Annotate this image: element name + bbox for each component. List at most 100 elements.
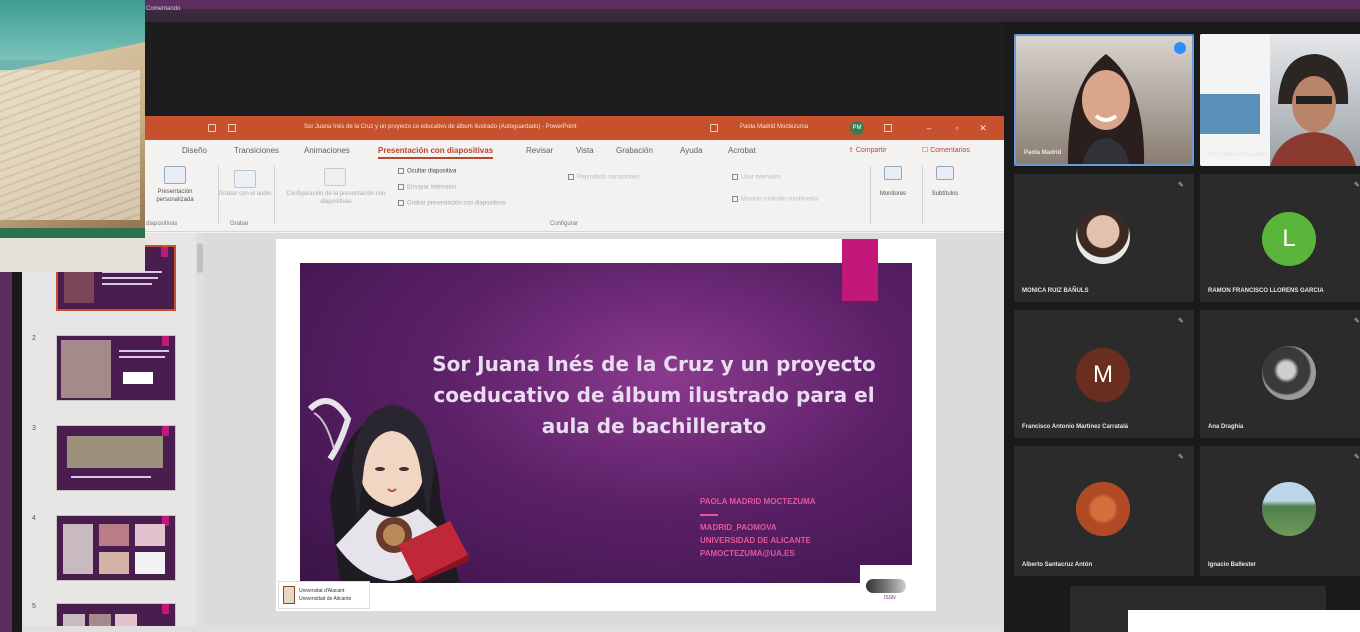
thumb-photo (67, 436, 163, 468)
participant-tile-7[interactable]: ✎ Alberto Santacruz Antón (1014, 446, 1194, 576)
tab-revisar[interactable]: Revisar (526, 146, 553, 155)
top-caption: Comentando (146, 6, 181, 12)
slide-number-4: 4 (32, 515, 36, 522)
participant-photo-8 (1262, 482, 1316, 536)
slide-thumbnails-pane: 2 3 4 5 (22, 233, 202, 632)
camera-table (0, 238, 145, 272)
participant-name-3: MONICA RUIZ BAÑULS (1022, 288, 1089, 294)
participant-name-7: Alberto Santacruz Antón (1022, 562, 1093, 568)
author-name: PAOLA MADRID MOCTEZUMA (700, 497, 816, 506)
search-icon[interactable] (710, 124, 718, 132)
slide-thumbnail-3[interactable] (56, 425, 176, 491)
participant-tile-1[interactable]: Paola Madrid (1014, 34, 1194, 166)
share-button[interactable]: ⇪ Compartir (848, 146, 887, 154)
thumbnails-scrollbar[interactable] (196, 233, 204, 632)
custom-show-icon[interactable] (164, 166, 186, 184)
slide-number-3: 3 (32, 425, 36, 432)
hide-slide-toggle[interactable]: Ocultar diapositiva (398, 168, 456, 175)
rehearse-label: Ensayar intervalos (407, 184, 457, 191)
record-group-label: Grabar (230, 221, 249, 227)
participant-tile-6[interactable]: ✎ Ana Draghia (1200, 310, 1360, 438)
show-media-box (732, 196, 738, 202)
thumb-photo (99, 524, 129, 546)
record-show[interactable]: Grabar presentación con diapositivas (398, 200, 506, 207)
participant-background-window (1200, 94, 1260, 134)
monitors-button[interactable]: Monitores (868, 190, 918, 198)
comments-label: Comentarios (930, 147, 970, 154)
more-options-icon[interactable] (1174, 42, 1186, 54)
monitor-icon[interactable] (884, 166, 902, 180)
participant-video-1 (1067, 54, 1145, 164)
twitter-icon (700, 513, 718, 516)
narrations-checkbox[interactable]: Reproducir narraciones (568, 174, 639, 181)
save-icon[interactable] (208, 124, 216, 132)
maximize-icon[interactable]: ▫ (952, 123, 962, 133)
mic-muted-icon: ✎ (1178, 318, 1184, 325)
tab-transiciones[interactable]: Transiciones (234, 146, 279, 155)
undo-icon[interactable] (228, 124, 236, 132)
record-audio-button[interactable]: Grabar con el audio (218, 190, 272, 198)
group-logo-icon (866, 579, 906, 593)
author-university: UNIVERSIDAD DE ALICANTE (700, 536, 811, 545)
tab-acrobat[interactable]: Acrobat (728, 146, 756, 155)
ribbon-display-icon[interactable] (884, 124, 892, 132)
tab-vista[interactable]: Vista (576, 146, 594, 155)
presenter-camera-feed (0, 0, 145, 272)
tab-grabacion[interactable]: Grabación (616, 146, 653, 155)
record-show-label: Grabar presentación con diapositivas (407, 200, 507, 207)
thumb-text-line (71, 476, 151, 478)
rehearse-checkbox (398, 184, 404, 190)
user-avatar[interactable]: PM (850, 121, 864, 135)
minimize-icon[interactable]: – (924, 123, 934, 133)
rehearse-timings[interactable]: Ensayar intervalos (398, 184, 456, 191)
tab-animaciones[interactable]: Animaciones (304, 146, 350, 155)
participant-name-4: RAMON FRANCISCO LLORENS GARCIA (1208, 288, 1324, 294)
participant-tile-5[interactable]: ✎ M Francisco Antonio Martínez Carratalá (1014, 310, 1194, 438)
participant-photo-3 (1076, 210, 1130, 264)
current-slide[interactable]: Sor Juana Inés de la Cruz y un proyecto … (276, 239, 936, 611)
record-audio-icon[interactable] (234, 170, 256, 188)
participant-tile-3[interactable]: ✎ MONICA RUIZ BAÑULS (1014, 174, 1194, 302)
thumb-photo (99, 552, 129, 574)
camera-book-pages (0, 70, 140, 220)
participant-avatar-5: M (1076, 348, 1130, 402)
university-name-va: Universitat d'Alacant (299, 588, 345, 594)
use-timings-checkbox[interactable]: Usar intervalos (732, 174, 781, 181)
show-media-checkbox[interactable]: Mostrar controles multimedia (732, 196, 818, 203)
slides-group-label: diapositivas (146, 221, 178, 227)
close-icon[interactable]: ✕ (978, 123, 988, 133)
thumb-photo (135, 552, 165, 574)
setup-show-icon[interactable] (324, 168, 346, 186)
participant-photo-7 (1076, 482, 1130, 536)
mic-muted-icon: ✎ (1354, 318, 1360, 325)
subtitles-icon[interactable] (936, 166, 954, 180)
tab-diseno[interactable]: Diseño (182, 146, 207, 155)
setup-show-button[interactable]: Configuración de la presentación con dia… (276, 190, 396, 206)
status-bar (22, 626, 1004, 632)
thumb-text-line (102, 283, 152, 285)
participant-name-6: Ana Draghia (1208, 424, 1244, 430)
slide-thumbnail-2[interactable] (56, 335, 176, 401)
tab-ayuda[interactable]: Ayuda (680, 146, 703, 155)
university-logo: Universitat d'Alacant Universidad de Ali… (278, 581, 370, 609)
comments-button[interactable]: ☐ Comentarios (922, 146, 970, 154)
participant-tile-2[interactable]: CRISTINA COLLADO (1200, 34, 1360, 166)
mic-muted-icon: ✎ (1354, 182, 1360, 189)
mic-muted-icon: ✎ (1178, 454, 1184, 461)
participant-tile-4[interactable]: ✎ L RAMON FRANCISCO LLORENS GARCIA (1200, 174, 1360, 302)
custom-show-button[interactable]: Presentación personalizada (140, 188, 210, 204)
thumb-accent (162, 604, 169, 614)
tab-presentacion[interactable]: Presentación con diapositivas (378, 146, 494, 159)
slide-number-2: 2 (32, 335, 36, 342)
powerpoint-window: Sor Juana Inés de la Cruz y un proyecto … (22, 116, 1004, 632)
slide-thumbnail-4[interactable] (56, 515, 176, 581)
participant-tile-8[interactable]: ✎ Ignacio Ballester (1200, 446, 1360, 576)
thumb-text-line (119, 356, 165, 358)
scrollbar-thumb[interactable] (197, 243, 203, 273)
thumb-accent (162, 336, 169, 346)
participant-photo-6 (1262, 346, 1316, 400)
mic-muted-icon: ✎ (1354, 454, 1360, 461)
participant-name-2: CRISTINA COLLADO (1208, 152, 1268, 158)
user-name: Paola Madrid Moctezuma (740, 124, 809, 130)
subtitles-button[interactable]: Subtítulos (920, 190, 970, 198)
